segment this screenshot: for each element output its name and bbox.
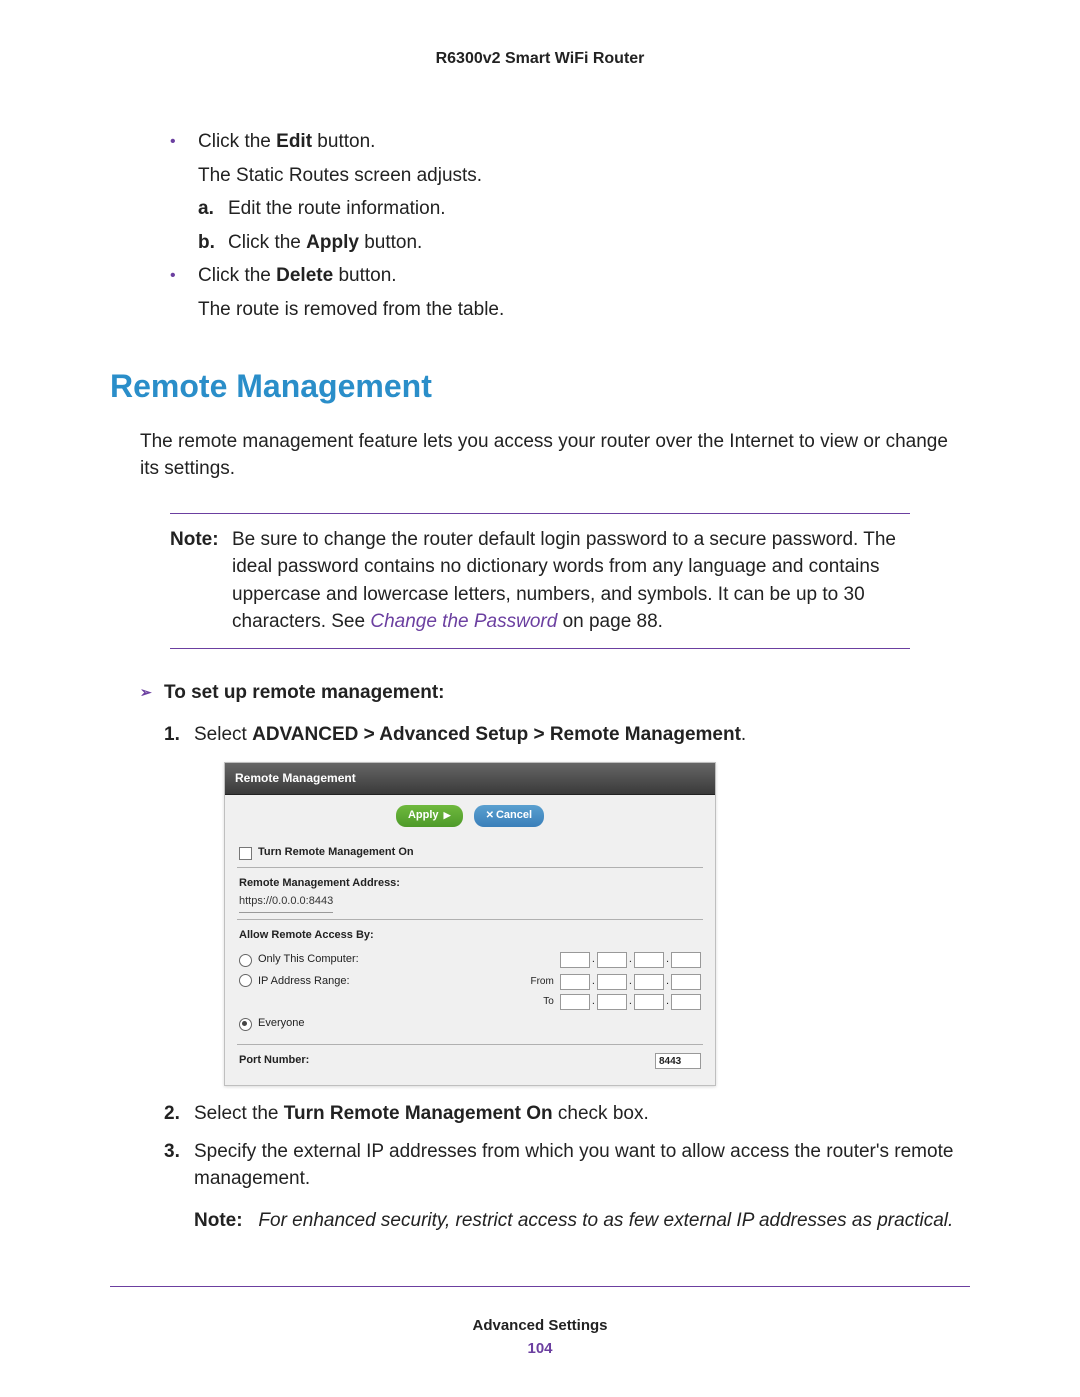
bullet-list-2: Click the Delete button. [170,262,970,290]
radio-icon [239,1018,252,1031]
label: Everyone [258,1016,701,1032]
text: Select [194,724,252,745]
ip-octet[interactable] [560,952,590,968]
text: . [741,724,746,745]
option-ip-range[interactable]: IP Address Range: From... To... [239,974,701,1010]
port-input[interactable]: 8443 [655,1053,701,1069]
page-number: 104 [0,1340,1080,1357]
note-body: Be sure to change the router default log… [232,526,910,636]
footer-text: Advanced Settings [0,1317,1080,1334]
ip-octet[interactable] [634,974,664,990]
label: 2. [164,1100,180,1128]
play-icon: ▶ [444,810,451,820]
bold: ADVANCED > Advanced Setup > Remote Manag… [252,724,741,745]
step-a: a. Edit the route information. [198,195,970,223]
section-heading: Remote Management [110,363,970,409]
router-panel: Remote Management Apply ▶ ✕Cancel Turn R… [224,762,716,1086]
label: Only This Computer: [258,952,560,968]
turn-on-checkbox[interactable]: Turn Remote Management On [239,845,701,861]
ip-octet[interactable] [671,952,701,968]
option-only-this[interactable]: Only This Computer: ... [239,952,701,968]
text: button. [359,232,422,253]
label: Apply [408,809,439,821]
text: Click the [228,232,306,253]
allow-label: Allow Remote Access By: [239,928,701,944]
ip-octet[interactable] [671,994,701,1010]
bold: Delete [276,265,333,286]
label: Cancel [496,809,532,821]
text: on page 88. [557,611,663,632]
to-label: To [526,995,554,1010]
note-label: Note: [170,526,232,636]
label: b. [198,229,215,257]
label: Turn Remote Management On [258,845,414,861]
label: a. [198,195,214,223]
step-b: b. Click the Apply button. [198,229,970,257]
text: Click the [198,265,276,286]
from-label: From [526,975,554,990]
step-3: 3. Specify the external IP addresses from… [164,1138,970,1193]
bold: Apply [306,232,359,253]
ip-octet[interactable] [560,974,590,990]
option-everyone[interactable]: Everyone [239,1016,701,1032]
address-value: https://0.0.0.0:8443 [239,894,333,913]
step-2: 2. Select the Turn Remote Management On c… [164,1100,970,1128]
text: Click the [198,131,276,152]
cancel-button[interactable]: ✕Cancel [474,805,544,827]
radio-icon [239,974,252,987]
radio-icon [239,954,252,967]
label: 1. [164,721,180,749]
checkbox-icon [239,847,252,860]
ip-octet[interactable] [560,994,590,1010]
address-label: Remote Management Address: [239,876,701,892]
note-block: Note: Be sure to change the router defau… [170,513,910,649]
text: button. [312,131,375,152]
intro-paragraph: The remote management feature lets you a… [140,428,970,483]
ip-octet[interactable] [634,994,664,1010]
footer-rule [110,1286,970,1287]
bold: Edit [276,131,312,152]
doc-header: R6300v2 Smart WiFi Router [110,50,970,68]
note-label: Note: [194,1210,243,1231]
text: Edit the route information. [228,198,446,219]
apply-button[interactable]: Apply ▶ [396,805,463,827]
sub-text: The Static Routes screen adjusts. [198,162,970,190]
label: IP Address Range: [258,974,526,990]
port-label: Port Number: [239,1053,309,1069]
bullet-edit: Click the Edit button. [170,128,970,156]
sub-text-2: The route is removed from the table. [198,296,970,324]
close-icon: ✕ [486,810,494,821]
note-body: For enhanced security, restrict access t… [258,1210,953,1231]
text: Specify the external IP addresses from w… [194,1141,953,1190]
text: button. [333,265,396,286]
inline-note: Note: For enhanced security, restrict ac… [194,1207,970,1235]
ip-octet[interactable] [634,952,664,968]
label: 3. [164,1138,180,1166]
step-1: 1. Select ADVANCED > Advanced Setup > Rem… [164,721,970,1087]
procedure-heading: To set up remote management: [140,679,970,707]
ip-octet[interactable] [597,952,627,968]
bold: Turn Remote Management On [284,1103,553,1124]
ip-octet[interactable] [597,974,627,990]
text: Select the [194,1103,284,1124]
bullet-delete: Click the Delete button. [170,262,970,290]
ip-octet[interactable] [671,974,701,990]
text: check box. [553,1103,649,1124]
link-change-password[interactable]: Change the Password [370,611,557,632]
bullet-list: Click the Edit button. [170,128,970,156]
ip-octet[interactable] [597,994,627,1010]
panel-title: Remote Management [225,763,715,795]
